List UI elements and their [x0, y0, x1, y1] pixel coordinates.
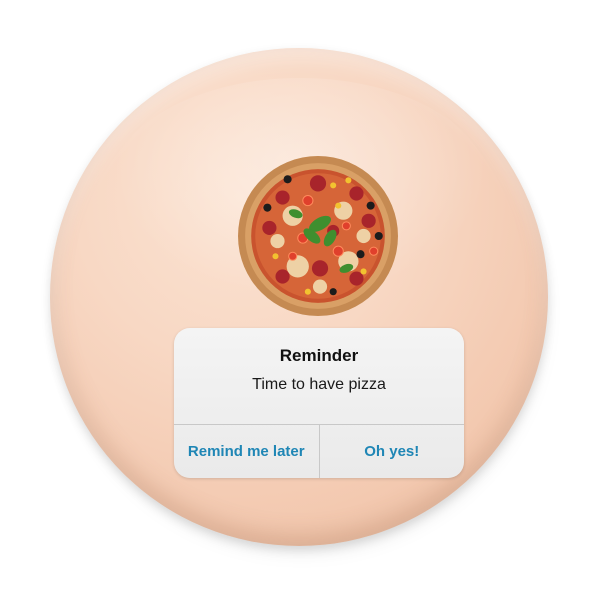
product-image: Reminder Time to have pizza Remind me la…	[0, 0, 600, 600]
alert-message: Time to have pizza	[252, 376, 386, 393]
remind-me-later-button[interactable]: Remind me later	[174, 425, 319, 478]
pizza-icon	[238, 156, 398, 316]
alert-title: Reminder	[279, 346, 359, 365]
alert-button-row: Remind me later Oh yes!	[174, 425, 464, 478]
oh-yes-button[interactable]: Oh yes!	[320, 425, 465, 478]
reminder-alert-dialog: Reminder Time to have pizza Remind me la…	[174, 328, 464, 478]
